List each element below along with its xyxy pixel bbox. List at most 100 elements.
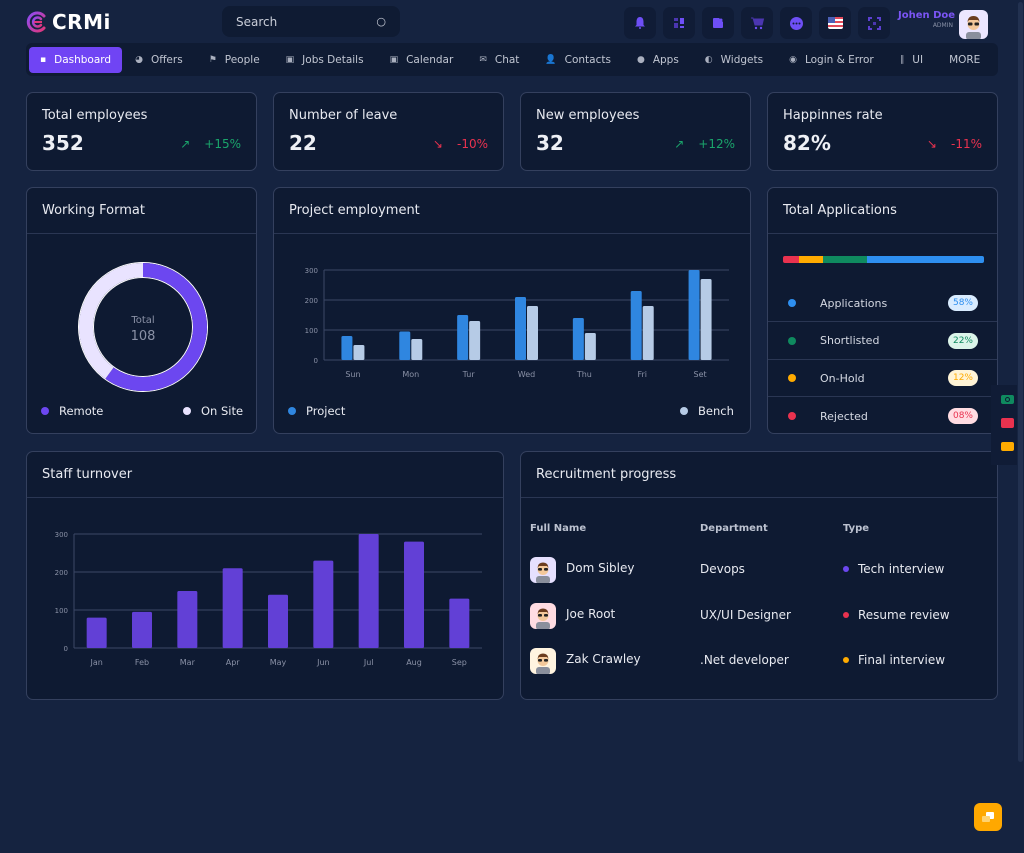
bar-turnover-may[interactable] [268, 594, 288, 648]
image-icon[interactable] [1001, 418, 1014, 428]
bar-bench-sun[interactable] [353, 345, 365, 360]
main-nav: ▪ Dashboard ◕ Offers ⚑ People ▣ Jobs Details ▣ Ca… [26, 43, 998, 76]
stat-value: 82% [783, 131, 831, 155]
avatar-icon [536, 562, 550, 583]
scrollbar-thumb[interactable] [1018, 2, 1023, 762]
table-row[interactable]: Zak Crawley .Net developer Final interview [530, 646, 990, 676]
legend-label-project: Project [306, 404, 346, 418]
nav-item-chat[interactable]: ✉ Chat [466, 47, 532, 73]
bar-bench-set[interactable] [700, 279, 712, 360]
search-input[interactable]: Search ○ [222, 6, 400, 37]
bar-project-wed[interactable] [515, 297, 526, 360]
x-tick-label: Tur [462, 370, 476, 379]
bar-turnover-jun[interactable] [313, 560, 334, 648]
nav-item-label: People [224, 53, 260, 66]
floating-action-button[interactable] [974, 803, 1002, 831]
y-tick-label: 0 [314, 357, 318, 365]
nav-item-apps[interactable]: ● Apps [624, 47, 692, 73]
avatar-icon [966, 16, 981, 39]
x-tick-label: Wed [518, 370, 535, 379]
nav-item-login-error[interactable]: ◉ Login & Error [776, 47, 887, 73]
bar-project-sun[interactable] [341, 336, 353, 360]
legend-remote[interactable]: Remote [41, 404, 103, 418]
arrow-up-right-icon: ↗ [180, 137, 191, 151]
table-row[interactable]: Joe Root UX/UI Designer Resume review [530, 601, 990, 631]
avatar [530, 557, 556, 583]
layout-button[interactable] [663, 7, 695, 39]
bar-bench-tur[interactable] [469, 321, 481, 360]
library-icon: ∥ [899, 54, 905, 65]
user-info[interactable]: Johen Doe ADMIN [898, 10, 956, 29]
page-scrollbar[interactable] [1017, 0, 1024, 853]
application-row-rejected[interactable]: Rejected 08% [768, 398, 997, 434]
bar-turnover-apr[interactable] [222, 568, 243, 648]
stat-trend: ↘ -10% [433, 137, 488, 151]
search-icon[interactable]: ○ [376, 15, 386, 28]
bar-project-thu[interactable] [572, 318, 584, 360]
nav-item-ui[interactable]: ∥ UI [887, 47, 936, 73]
money-icon[interactable] [1001, 395, 1014, 404]
bar-project-mon[interactable] [399, 331, 411, 361]
nav-item-more[interactable]: MORE [936, 47, 993, 73]
status-dot [788, 299, 796, 307]
user-name: Johen Doe [898, 10, 956, 21]
logo[interactable]: CRMi [26, 10, 111, 34]
bar-project-tur[interactable] [457, 315, 469, 360]
bar-turnover-feb[interactable] [132, 611, 152, 648]
nav-item-offers[interactable]: ◕ Offers [122, 47, 196, 73]
notification-button[interactable] [624, 7, 656, 39]
bar-turnover-sep[interactable] [449, 598, 470, 648]
document-button[interactable] [702, 7, 734, 39]
x-tick-label: Mar [180, 658, 196, 667]
copy-icon[interactable] [1001, 442, 1014, 451]
bar-project-fri[interactable] [630, 291, 642, 360]
nav-item-label: Chat [494, 53, 520, 66]
bar-bench-mon[interactable] [411, 339, 423, 360]
nav-item-dashboard[interactable]: ▪ Dashboard [29, 46, 123, 73]
nav-item-widgets[interactable]: ◐ Widgets [692, 47, 776, 73]
nav-item-calendar[interactable]: ▣ Calendar [377, 47, 467, 73]
application-row-shortlisted[interactable]: Shortlisted 22% [768, 323, 997, 360]
stat-value: 22 [289, 131, 317, 155]
legend-onsite[interactable]: On Site [183, 404, 243, 418]
donut-slice-remote[interactable] [105, 263, 207, 391]
working-format-donut-chart: Total 108 [78, 262, 208, 392]
legend-label-remote: Remote [59, 404, 104, 418]
y-tick-label: 200 [55, 569, 68, 577]
search-placeholder: Search [236, 14, 278, 29]
stat-card: Number of leave 22 ↘ -10% [273, 92, 504, 171]
candidate-name: Zak Crawley [566, 652, 641, 666]
bar-bench-thu[interactable] [584, 333, 596, 360]
fullscreen-icon [867, 16, 881, 30]
application-row-applications[interactable]: Applications 58% [768, 285, 997, 322]
stat-value: 32 [536, 131, 564, 155]
nav-item-people[interactable]: ⚑ People [196, 47, 273, 73]
fullscreen-button[interactable] [858, 7, 890, 39]
x-tick-label: Thu [576, 370, 592, 379]
applications-bar-segment-shortlisted [823, 256, 868, 263]
column-header-full-name: Full Name [530, 523, 587, 534]
chat-button[interactable] [780, 7, 812, 39]
nav-item-contacts[interactable]: 👤 Contacts [532, 47, 624, 73]
bar-bench-wed[interactable] [527, 306, 538, 360]
stat-title: Number of leave [289, 108, 398, 123]
legend-project[interactable]: Project [288, 404, 345, 418]
bar-turnover-jul[interactable] [358, 534, 379, 648]
cart-button[interactable] [741, 7, 773, 39]
bar-bench-fri[interactable] [642, 306, 654, 360]
legend-bench[interactable]: Bench [680, 404, 734, 418]
bar-turnover-jan[interactable] [86, 617, 107, 648]
candidate-department: UX/UI Designer [700, 607, 791, 622]
bar-project-set[interactable] [688, 270, 700, 360]
avatar-icon [536, 608, 550, 629]
stat-change: -11% [950, 137, 982, 151]
bar-turnover-aug[interactable] [404, 541, 424, 648]
x-tick-label: Sep [452, 658, 467, 667]
table-row[interactable]: Dom Sibley Devops Tech interview [530, 555, 990, 585]
bar-turnover-mar[interactable] [177, 591, 198, 648]
user-avatar[interactable] [959, 10, 988, 39]
candidate-type: Resume review [843, 608, 950, 622]
nav-item-jobs-details[interactable]: ▣ Jobs Details [273, 47, 377, 73]
language-button[interactable] [819, 7, 851, 39]
application-row-on-hold[interactable]: On-Hold 12% [768, 360, 997, 397]
